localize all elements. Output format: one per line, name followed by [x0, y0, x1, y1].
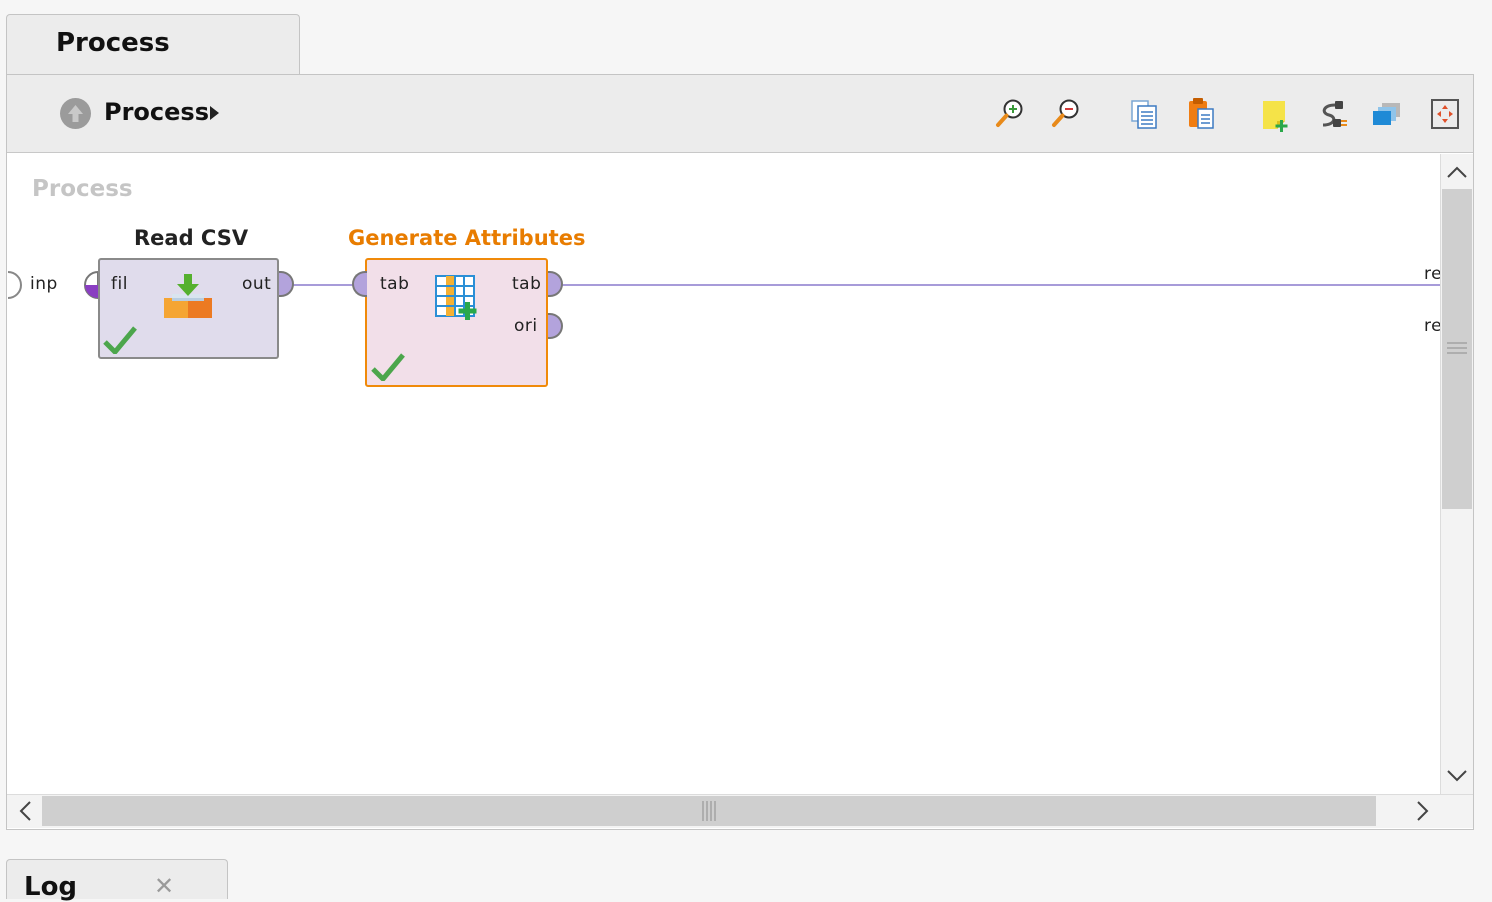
- connect-icon[interactable]: [1315, 95, 1349, 133]
- scroll-down-icon[interactable]: [1444, 764, 1470, 788]
- process-input-port-label: inp: [30, 274, 58, 294]
- scroll-left-icon[interactable]: [14, 798, 38, 824]
- up-level-button[interactable]: [60, 98, 91, 129]
- vertical-scroll-thumb[interactable]: [1442, 189, 1472, 509]
- paste-icon[interactable]: [1184, 95, 1218, 133]
- connection-wire[interactable]: [561, 284, 1441, 286]
- process-canvas[interactable]: [8, 154, 1440, 794]
- input-port-label: tab: [380, 274, 410, 294]
- horizontal-scroll-thumb[interactable]: [42, 796, 1376, 826]
- output-port-label: out: [242, 274, 272, 294]
- layers-icon[interactable]: [1370, 95, 1404, 133]
- operator-title: Read CSV: [134, 226, 249, 250]
- close-icon[interactable]: ✕: [154, 872, 174, 900]
- scroll-right-icon[interactable]: [1410, 798, 1434, 824]
- import-icon: [162, 272, 214, 320]
- add-note-icon[interactable]: [1259, 95, 1293, 133]
- process-input-port[interactable]: [7, 271, 22, 299]
- copy-icon[interactable]: [1127, 95, 1161, 133]
- zoom-out-icon[interactable]: [1050, 95, 1084, 133]
- input-port[interactable]: [83, 270, 99, 300]
- status-ok-icon: [371, 353, 405, 382]
- input-port-label: fil: [111, 274, 128, 294]
- scroll-up-icon[interactable]: [1444, 160, 1470, 184]
- breadcrumb-expand-icon[interactable]: [210, 106, 219, 120]
- breadcrumb[interactable]: Process: [104, 98, 209, 126]
- connection-wire[interactable]: [292, 284, 354, 286]
- status-ok-icon: [103, 326, 137, 355]
- output-port-label: ori: [514, 316, 538, 336]
- zoom-in-icon[interactable]: [994, 95, 1028, 133]
- output-port-label: tab: [512, 274, 542, 294]
- log-tab-label: Log: [24, 872, 78, 902]
- arrow-up-icon: [68, 105, 83, 122]
- operator-title: Generate Attributes: [348, 226, 586, 250]
- process-tab-label: Process: [56, 28, 170, 58]
- process-toolbar: [7, 75, 1473, 153]
- canvas-title: Process: [32, 176, 133, 202]
- table-add-icon: [434, 274, 482, 322]
- fit-view-icon[interactable]: [1428, 95, 1462, 133]
